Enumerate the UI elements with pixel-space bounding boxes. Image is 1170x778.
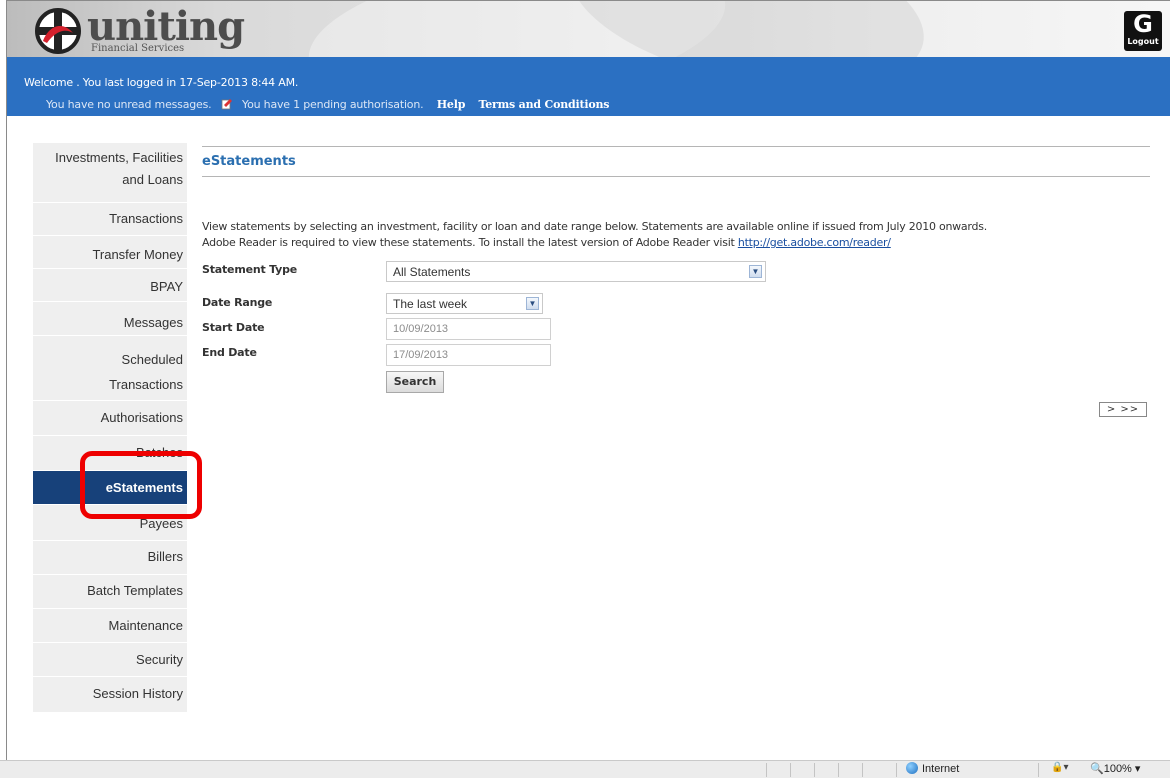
status-divider [1038, 763, 1039, 777]
description-line: View statements by selecting an investme… [202, 220, 987, 233]
welcome-text: Welcome . You last logged in 17-Sep-2013… [24, 76, 299, 89]
sidebar-item-authorisations[interactable]: Authorisations [33, 400, 187, 435]
sidebar-item-transactions[interactable]: Transactions [33, 202, 187, 235]
annotation-highlight-box [80, 451, 202, 519]
security-zone[interactable]: Internet [906, 762, 959, 775]
sidebar-item-messages[interactable]: Messages [33, 301, 187, 335]
sidebar-item-label: Transactions [109, 211, 183, 226]
zoom-level: 100% [1103, 763, 1132, 775]
sidebar-item-transfer-money[interactable]: Transfer Money [33, 235, 187, 268]
logout-icon: G [1133, 10, 1153, 38]
sidebar-item-billers[interactable]: Billers [33, 540, 187, 574]
status-divider [766, 763, 767, 777]
site-header: uniting Financial Services G Logout [7, 1, 1170, 57]
sidebar-item-label: Security [136, 652, 183, 667]
protected-mode-icon[interactable]: 🔒▾ [1051, 762, 1068, 773]
pager-next-button[interactable]: > >> [1099, 402, 1147, 417]
sidebar-item-label: Messages [123, 315, 183, 330]
session-messages-row: You have no unread messages. You have 1 … [46, 98, 609, 111]
terms-link[interactable]: Terms and Conditions [478, 98, 609, 111]
statement-type-label: Statement Type [202, 263, 298, 276]
search-button[interactable]: Search [386, 371, 444, 393]
adobe-reader-link[interactable]: http://get.adobe.com/reader/ [738, 236, 891, 249]
browser-status-bar [0, 760, 1170, 778]
sidebar-item-label: Scheduled [121, 352, 183, 367]
globe-icon [906, 762, 918, 774]
chevron-down-icon[interactable]: ▼ [526, 297, 539, 310]
sidebar-item-label: Batch Templates [87, 583, 183, 598]
date-range-value: The last week [393, 297, 468, 311]
sidebar-item-investments[interactable]: Investments, Facilities and Loans [33, 143, 187, 202]
help-link[interactable]: Help [437, 98, 466, 111]
sidebar-item-label: Authorisations [100, 410, 183, 425]
pending-authorisation-icon [221, 99, 232, 110]
zoom-icon: 🔍 [1090, 763, 1104, 775]
sidebar-item-bpay[interactable]: BPAY [33, 268, 187, 301]
sidebar-item-label: Transfer Money [92, 247, 183, 262]
logout-button[interactable]: G Logout [1124, 11, 1162, 51]
status-divider [790, 763, 791, 777]
sidebar-item-scheduled-transactions[interactable]: Scheduled Transactions [33, 335, 187, 400]
page-description: View statements by selecting an investme… [202, 219, 987, 251]
start-date-label: Start Date [202, 321, 265, 334]
sidebar-item-label: BPAY [150, 279, 183, 294]
title-divider [202, 176, 1150, 177]
zone-label: Internet [922, 763, 960, 775]
pending-authorisation-text[interactable]: You have 1 pending authorisation. [242, 98, 424, 111]
chevron-down-icon: ▾ [1134, 763, 1141, 775]
sidebar-item-label: Session History [92, 686, 183, 701]
sidebar-item-label: Investments, Facilities [55, 150, 183, 165]
chevron-down-icon[interactable]: ▼ [749, 265, 762, 278]
end-date-label: End Date [202, 346, 257, 359]
end-date-field[interactable]: 17/09/2013 [386, 344, 551, 366]
sidebar-item-security[interactable]: Security [33, 642, 187, 676]
brand-subtitle: Financial Services [91, 43, 185, 54]
statement-type-select[interactable]: All Statements ▼ [386, 261, 766, 282]
status-divider [838, 763, 839, 777]
title-divider [202, 146, 1150, 147]
zoom-control[interactable]: 🔍100% ▾ [1090, 762, 1140, 775]
status-divider [814, 763, 815, 777]
sidebar-item-batch-templates[interactable]: Batch Templates [33, 574, 187, 608]
statement-type-value: All Statements [393, 265, 471, 279]
sidebar-item-label: and Loans [122, 172, 183, 187]
description-line-2: Adobe Reader is required to view these s… [202, 235, 987, 251]
unread-messages-text: You have no unread messages. [46, 98, 212, 111]
description-line: Adobe Reader is required to view these s… [202, 236, 735, 249]
logout-label: Logout [1127, 37, 1159, 46]
page-title: eStatements [202, 154, 296, 169]
start-date-field[interactable]: 10/09/2013 [386, 318, 551, 340]
sidebar-item-label: Maintenance [108, 618, 183, 633]
status-divider [896, 763, 897, 777]
sidebar-item-session-history[interactable]: Session History [33, 676, 187, 712]
sidebar-item-label: Billers [147, 549, 183, 564]
uniting-logo-icon [35, 8, 81, 54]
sidebar-item-label: Transactions [109, 377, 183, 392]
date-range-select[interactable]: The last week ▼ [386, 293, 543, 314]
date-range-label: Date Range [202, 296, 273, 309]
status-divider [862, 763, 863, 777]
sidebar-item-maintenance[interactable]: Maintenance [33, 608, 187, 642]
